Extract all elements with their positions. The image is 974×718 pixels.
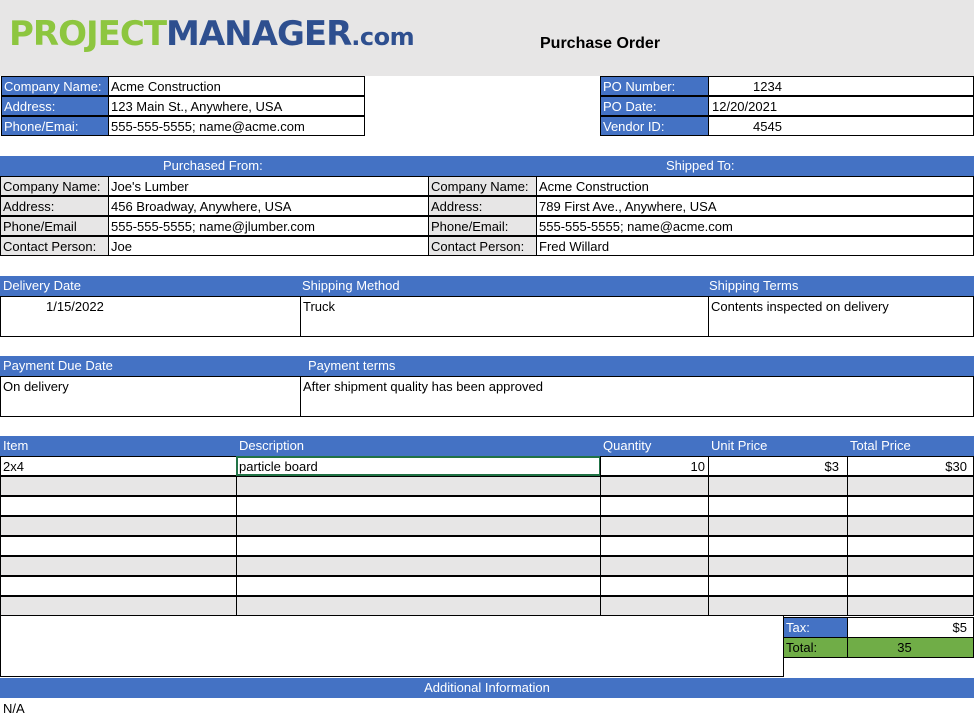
shipped-to-heading: Shipped To: [666, 158, 735, 173]
item-cell[interactable] [0, 476, 237, 496]
vendor-contact-value[interactable]: Joe [108, 236, 429, 256]
payment-due-heading: Payment Due Date [3, 358, 113, 373]
item-cell[interactable] [0, 556, 237, 576]
company-name-label: Company Name: [1, 76, 109, 96]
ship-company-label: Company Name: [428, 176, 537, 196]
item-cell[interactable] [0, 516, 237, 536]
unit-price-cell[interactable] [708, 516, 848, 536]
total-price-cell[interactable] [847, 496, 974, 516]
projectmanager-logo: PROJECTMANAGER.com [9, 14, 415, 54]
ship-company-value[interactable]: Acme Construction [536, 176, 974, 196]
description-column-header: Description [239, 438, 305, 453]
quantity-cell[interactable] [600, 556, 709, 576]
description-cell[interactable] [236, 576, 601, 596]
company-address-value[interactable]: 123 Main St., Anywhere, USA [108, 96, 365, 116]
ship-phone-value[interactable]: 555-555-5555; name@acme.com [536, 216, 974, 236]
payment-terms-value[interactable]: After shipment quality has been approved [300, 376, 974, 417]
delivery-date-heading: Delivery Date [3, 278, 82, 293]
company-name-value[interactable]: Acme Construction [108, 76, 365, 96]
total-price-cell[interactable]: $30 [847, 456, 974, 476]
company-phone-label: Phone/Emai: [1, 116, 109, 136]
vendor-company-label: Company Name: [0, 176, 109, 196]
unit-price-cell[interactable] [708, 556, 848, 576]
po-date-label: PO Date: [600, 96, 709, 116]
unit-price-cell[interactable]: $3 [708, 456, 848, 476]
unit-price-cell[interactable] [708, 576, 848, 596]
total-price-cell[interactable] [847, 576, 974, 596]
payment-due-value[interactable]: On delivery [0, 376, 301, 417]
po-number-label: PO Number: [600, 76, 709, 96]
total-value[interactable]: 35 [847, 637, 974, 658]
shipping-method-value[interactable]: Truck [300, 296, 709, 337]
description-cell[interactable] [236, 476, 601, 496]
unit-price-cell[interactable] [708, 536, 848, 556]
item-cell[interactable] [0, 596, 237, 616]
vendor-address-label: Address: [0, 196, 109, 216]
items-notes-area[interactable] [0, 616, 784, 677]
item-cell[interactable]: 2x4 [0, 456, 237, 476]
vendor-id-value[interactable]: 4545 [708, 116, 974, 136]
shipping-terms-value[interactable]: Contents inspected on delivery [708, 296, 974, 337]
page-title: Purchase Order [540, 35, 661, 52]
unit-price-cell[interactable] [708, 476, 848, 496]
description-cell[interactable] [236, 536, 601, 556]
quantity-column-header: Quantity [603, 438, 652, 453]
quantity-cell[interactable] [600, 516, 709, 536]
total-price-cell[interactable] [847, 516, 974, 536]
vendor-id-label: Vendor ID: [600, 116, 709, 136]
shipping-method-heading: Shipping Method [302, 278, 400, 293]
delivery-date-value[interactable]: 1/15/2022 [0, 296, 301, 337]
ship-address-label: Address: [428, 196, 537, 216]
payment-terms-heading: Payment terms [308, 358, 396, 373]
po-number-value[interactable]: 1234 [708, 76, 974, 96]
additional-info-heading: Additional Information [424, 680, 550, 695]
vendor-phone-label: Phone/Email [0, 216, 109, 236]
unit-price-cell[interactable] [708, 596, 848, 616]
total-price-cell[interactable] [847, 556, 974, 576]
description-cell[interactable] [236, 596, 601, 616]
ship-address-value[interactable]: 789 First Ave., Anywhere, USA [536, 196, 974, 216]
shipping-terms-heading: Shipping Terms [709, 278, 799, 293]
tax-label: Tax: [783, 617, 848, 638]
additional-info-text[interactable]: N/A [3, 700, 25, 718]
ship-contact-label: Contact Person: [428, 236, 537, 256]
items-table-header: Item Description Quantity Unit Price Tot… [0, 436, 974, 456]
total-label: Total: [783, 637, 848, 658]
vendor-shipping-header: Purchased From: Shipped To: [0, 156, 974, 176]
unit-price-column-header: Unit Price [711, 438, 768, 453]
quantity-cell[interactable]: 10 [600, 456, 709, 476]
payment-header: Payment Due Date Payment terms [0, 356, 974, 376]
delivery-header: Delivery Date Shipping Method Shipping T… [0, 276, 974, 296]
total-price-cell[interactable] [847, 536, 974, 556]
po-date-value[interactable]: 12/20/2021 [708, 96, 974, 116]
total-price-cell[interactable] [847, 476, 974, 496]
quantity-cell[interactable] [600, 536, 709, 556]
unit-price-cell[interactable] [708, 496, 848, 516]
quantity-cell[interactable] [600, 596, 709, 616]
item-cell[interactable] [0, 496, 237, 516]
vendor-address-value[interactable]: 456 Broadway, Anywhere, USA [108, 196, 429, 216]
company-address-label: Address: [1, 96, 109, 116]
ship-contact-value[interactable]: Fred Willard [536, 236, 974, 256]
ship-phone-label: Phone/Email: [428, 216, 537, 236]
description-cell[interactable] [236, 556, 601, 576]
quantity-cell[interactable] [600, 496, 709, 516]
vendor-phone-value[interactable]: 555-555-5555; name@jlumber.com [108, 216, 429, 236]
description-cell[interactable]: particle board [236, 456, 601, 476]
item-cell[interactable] [0, 576, 237, 596]
item-column-header: Item [3, 438, 29, 453]
quantity-cell[interactable] [600, 576, 709, 596]
tax-value[interactable]: $5 [847, 617, 974, 638]
total-price-column-header: Total Price [850, 438, 911, 453]
description-cell[interactable] [236, 496, 601, 516]
description-cell[interactable] [236, 516, 601, 536]
total-price-cell[interactable] [847, 596, 974, 616]
quantity-cell[interactable] [600, 476, 709, 496]
purchased-from-heading: Purchased From: [163, 158, 263, 173]
additional-info-header: Additional Information [0, 678, 974, 698]
company-phone-value[interactable]: 555-555-5555; name@acme.com [108, 116, 365, 136]
vendor-company-value[interactable]: Joe's Lumber [108, 176, 429, 196]
item-cell[interactable] [0, 536, 237, 556]
vendor-contact-label: Contact Person: [0, 236, 109, 256]
